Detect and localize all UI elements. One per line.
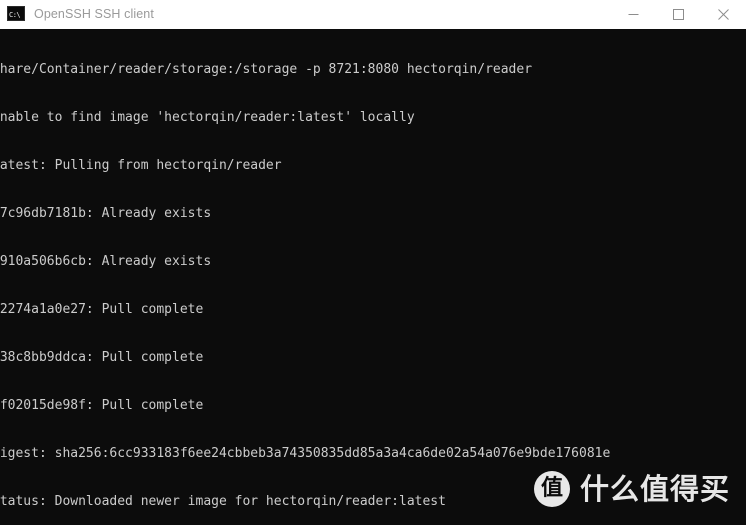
terminal-line: c2274a1a0e27: Pull complete [0, 302, 204, 317]
terminal-line: e7c96db7181b: Already exists [0, 206, 212, 221]
terminal-output: Khare/Container/reader/storage:/storage … [0, 30, 746, 525]
terminal-line: Khare/Container/reader/storage:/storage … [0, 62, 533, 77]
terminal-line: Unable to find image 'hectorqin/reader:l… [0, 110, 415, 125]
terminal-screen[interactable]: Khare/Container/reader/storage:/storage … [0, 29, 746, 525]
console-icon: C:\ [7, 6, 25, 22]
watermark: 值 什么值得买 [533, 471, 730, 507]
terminal-line: 938c8bb9ddca: Pull complete [0, 350, 204, 365]
openssh-terminal-window: C:\ OpenSSH SSH client Khare/Container/r… [0, 0, 746, 525]
terminal-line: latest: Pulling from hectorqin/reader [0, 158, 282, 173]
smzdm-logo-icon: 值 [533, 471, 570, 507]
watermark-text: 什么值得买 [579, 471, 730, 506]
console-icon-prompt: C:\ [8, 10, 24, 20]
title-bar: C:\ OpenSSH SSH client [0, 0, 746, 29]
terminal-line: f910a506b6cb: Already exists [0, 254, 212, 269]
maximize-button[interactable] [656, 0, 701, 28]
window-title: OpenSSH SSH client [34, 7, 154, 21]
close-button[interactable] [701, 0, 746, 28]
terminal-line: Digest: sha256:6cc933183f6ee24cbbeb3a743… [0, 446, 611, 461]
window-controls [611, 0, 746, 28]
terminal-line: 0f02015de98f: Pull complete [0, 398, 204, 413]
minimize-button[interactable] [611, 0, 656, 28]
